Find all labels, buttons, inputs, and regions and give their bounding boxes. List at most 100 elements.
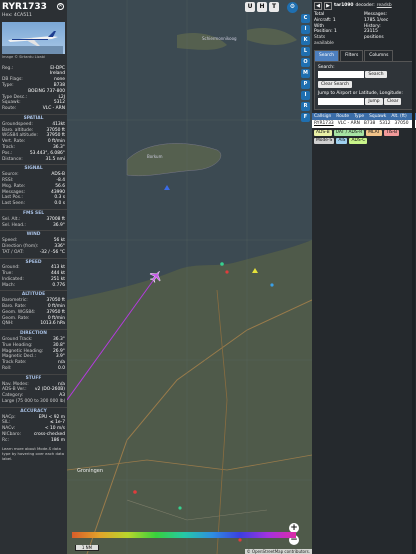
row-callsign[interactable]: RYR1733 xyxy=(314,121,334,127)
tab-filters[interactable]: Filters xyxy=(340,49,364,61)
info-row: Last Seen: 0.0 s xyxy=(0,201,67,207)
tab-columns[interactable]: Columns xyxy=(364,49,394,61)
row-altitude: 37050 xyxy=(394,121,409,127)
source-badge[interactable]: ADS-C xyxy=(349,137,368,144)
map-button-f[interactable]: F xyxy=(301,113,310,122)
column-route[interactable]: Route xyxy=(336,114,349,120)
search-input[interactable] xyxy=(318,71,364,79)
messages-rate: Messages: 1785.1/sec xyxy=(364,12,389,23)
clear-search-button[interactable]: Clear Search xyxy=(318,81,352,89)
map-button-i2[interactable]: I xyxy=(301,91,310,100)
info-value: 0.776 xyxy=(52,282,65,288)
source-badge[interactable]: UAT / ADS-R xyxy=(333,130,365,136)
map-attribution[interactable]: © OpenStreetMap contributors. xyxy=(244,549,312,554)
map-canvas[interactable]: Schiermonnikoog Borkum Groningen xyxy=(67,0,312,554)
stats-available-link[interactable]: Stats available xyxy=(314,35,339,47)
map-scale: 1 NM xyxy=(75,545,99,551)
tab-search[interactable]: Search xyxy=(314,49,340,61)
column-squawk[interactable]: Squawk xyxy=(369,114,386,120)
source-badge[interactable]: Mode-S xyxy=(314,137,335,144)
section-spatial: SPATIAL xyxy=(0,113,67,122)
info-key: Route: xyxy=(2,106,17,112)
search-panel: Search: Search Clear Search Jump to Airp… xyxy=(314,60,414,110)
row-route: VLC - ARN xyxy=(337,121,360,127)
info-key: Distance: xyxy=(2,156,23,162)
section-accuracy: ACCURACY xyxy=(0,406,67,415)
stats-block: Total Aircraft: 1 With Position: 1 Stats… xyxy=(312,12,416,47)
info-key: Rc: xyxy=(2,437,9,443)
jump-input[interactable] xyxy=(318,97,364,105)
map-button-l[interactable]: L xyxy=(301,47,310,56)
panel-tabs: Search Filters Columns xyxy=(314,49,414,61)
info-footer: Learn more about Mode-S data type by hov… xyxy=(2,445,65,461)
with-position: With Position: 1 xyxy=(314,23,337,35)
info-key: Type: xyxy=(2,82,14,88)
source-badge[interactable]: TIS-B xyxy=(383,130,400,136)
settings-gear-icon[interactable]: ⚙ xyxy=(287,2,298,13)
search-label: Search: xyxy=(318,64,335,70)
info-value: -32 / -56 °C xyxy=(39,249,65,255)
panel-scrollbar[interactable] xyxy=(412,0,415,554)
info-key: Reg.: xyxy=(2,65,14,71)
app-title: tar1090 xyxy=(334,3,354,9)
info-key: Large (75 000 to 300 000 lb) xyxy=(2,399,66,405)
search-button[interactable]: Search xyxy=(365,71,387,79)
info-key: TAT / OAT: xyxy=(2,249,24,255)
decoder-label: decoder: xyxy=(355,3,375,9)
source-badge[interactable]: AIS xyxy=(336,137,348,144)
row-type: B738 xyxy=(363,121,376,127)
expand-right-icon[interactable]: ▶ xyxy=(324,2,332,10)
close-icon[interactable]: ✕ xyxy=(57,3,64,10)
column-type[interactable]: Type xyxy=(354,114,364,120)
map-button-r[interactable]: R xyxy=(301,102,310,111)
map-button-h[interactable]: H xyxy=(257,2,267,12)
jump-label: Jump to Airport or Latitude, Longitude: xyxy=(318,90,403,96)
map-button-o[interactable]: O xyxy=(301,58,310,67)
decoder-link[interactable]: readsb xyxy=(377,3,392,9)
aircraft-table-header: Callsign Route Type Squawk Alt. (ft) xyxy=(312,112,416,121)
info-value: 1013.6 hPa xyxy=(40,321,65,327)
hex-code: Hex: 4CA511 xyxy=(2,13,32,18)
photo-credit: Image © Sirtardu Lizabi xyxy=(2,54,45,59)
collapse-left-icon[interactable]: ◀ xyxy=(314,2,322,10)
section-signal: SIGNAL xyxy=(0,164,67,172)
info-row: Sel. Head.: 36.9° xyxy=(0,223,67,229)
info-value: 36.9° xyxy=(53,222,65,228)
source-legend: ADS-B UAT / ADS-R MLAT TIS-B Mode-S AIS ADS-C xyxy=(312,128,416,146)
info-row: Mach: 0.776 xyxy=(0,283,67,289)
info-row: Roll: 0.0 xyxy=(0,366,67,372)
map-button-c[interactable]: C xyxy=(301,14,310,23)
jump-button[interactable]: Jump xyxy=(365,97,383,105)
info-row: Route: VLC - ARN xyxy=(0,106,67,112)
map-label-borkum: Borkum xyxy=(147,154,163,159)
map-label-schiermonnikoog: Schiermonnikoog xyxy=(202,36,237,41)
section-direction: DIRECTION xyxy=(0,329,67,337)
map-button-p[interactable]: P xyxy=(301,80,310,89)
source-badge[interactable]: MLAT xyxy=(366,130,382,136)
aircraft-list-panel: ◀ ▶ tar1090 decoder: readsb Total Aircra… xyxy=(312,0,416,554)
map-button-m[interactable]: M xyxy=(301,69,310,78)
section-stuff: STUFF xyxy=(0,373,67,382)
map-button-u[interactable]: U xyxy=(245,2,255,12)
section-wind: WIND xyxy=(0,230,67,238)
info-key: Roll: xyxy=(2,366,12,372)
column-callsign[interactable]: Callsign xyxy=(314,114,331,120)
info-key: Sel. Head.: xyxy=(2,222,26,228)
info-value: 0.0 s xyxy=(54,201,65,207)
info-value: 186 m xyxy=(50,437,65,443)
map-view[interactable]: Schiermonnikoog Borkum Groningen U H T ⚙… xyxy=(67,0,312,554)
map-button-t[interactable]: T xyxy=(269,2,279,12)
section-fms-sel: FMS SEL xyxy=(0,208,67,217)
info-value: VLC - ARN xyxy=(42,106,65,112)
info-value: 0.0 xyxy=(58,366,65,372)
total-aircraft: Total Aircraft: 1 xyxy=(314,12,336,23)
clear-jump-button[interactable]: Clear xyxy=(383,97,402,105)
map-button-k[interactable]: K xyxy=(301,36,310,45)
altitude-color-legend xyxy=(72,532,296,538)
map-button-i[interactable]: I xyxy=(301,25,310,34)
column-altitude[interactable]: Alt. (ft) xyxy=(391,114,406,120)
source-badge[interactable]: ADS-B xyxy=(314,130,332,136)
aircraft-photo xyxy=(2,21,65,54)
info-row: QNH: 1013.6 hPa xyxy=(0,321,67,327)
table-row[interactable]: RYR1733 VLC - ARN B738 5312 37050 xyxy=(312,120,416,129)
